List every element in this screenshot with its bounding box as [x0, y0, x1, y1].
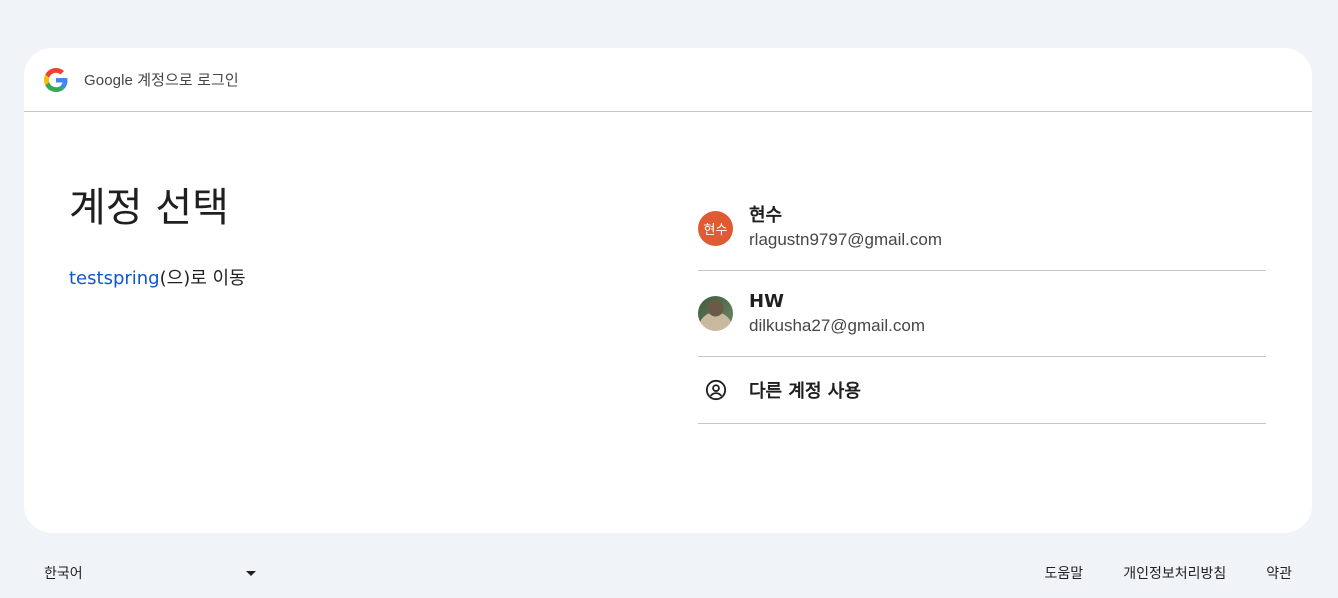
- account-email: dilkusha27@gmail.com: [749, 315, 926, 335]
- avatar: 현수: [698, 210, 733, 246]
- footer: 한국어 도움말 개인정보처리방침 약관: [44, 560, 1292, 586]
- footer-links: 도움말 개인정보처리방침 약관: [1045, 563, 1292, 583]
- avatar: [698, 296, 733, 331]
- use-another-account-button[interactable]: 다른 계정 사용: [698, 357, 1266, 424]
- continue-suffix: (으)로 이동: [159, 268, 246, 289]
- account-info: 현수 rlagustn9797@gmail.com: [749, 204, 942, 252]
- account-info: HW dilkusha27@gmail.com: [749, 290, 925, 338]
- account-name: 현수: [749, 205, 783, 226]
- language-select[interactable]: 한국어: [44, 563, 256, 583]
- dropdown-arrow-icon: [246, 570, 256, 576]
- continue-to-text: testspring(으)로 이동: [69, 264, 629, 290]
- help-link[interactable]: 도움말: [1045, 563, 1084, 583]
- account-list: 현수 현수 rlagustn9797@gmail.com HW dilkusha…: [698, 186, 1266, 424]
- header-title: Google 계정으로 로그인: [84, 72, 239, 89]
- page-title: 계정 선택: [69, 185, 229, 231]
- account-name: HW: [749, 290, 784, 312]
- account-circle-icon: [698, 379, 733, 401]
- account-item[interactable]: HW dilkusha27@gmail.com: [698, 271, 1266, 357]
- card-header: Google 계정으로 로그인: [24, 48, 1312, 112]
- language-label: 한국어: [44, 566, 83, 582]
- use-another-account-label: 다른 계정 사용: [749, 381, 861, 402]
- left-column: 계정 선택 testspring(으)로 이동: [69, 178, 629, 290]
- account-item[interactable]: 현수 현수 rlagustn9797@gmail.com: [698, 186, 1266, 271]
- google-logo-icon: [44, 67, 68, 92]
- app-name-link[interactable]: testspring: [69, 268, 160, 289]
- signin-card: Google 계정으로 로그인 계정 선택 testspring(으)로 이동 …: [24, 48, 1312, 533]
- account-email: rlagustn9797@gmail.com: [749, 230, 943, 249]
- terms-link[interactable]: 약관: [1266, 563, 1292, 583]
- privacy-link[interactable]: 개인정보처리방침: [1123, 563, 1226, 583]
